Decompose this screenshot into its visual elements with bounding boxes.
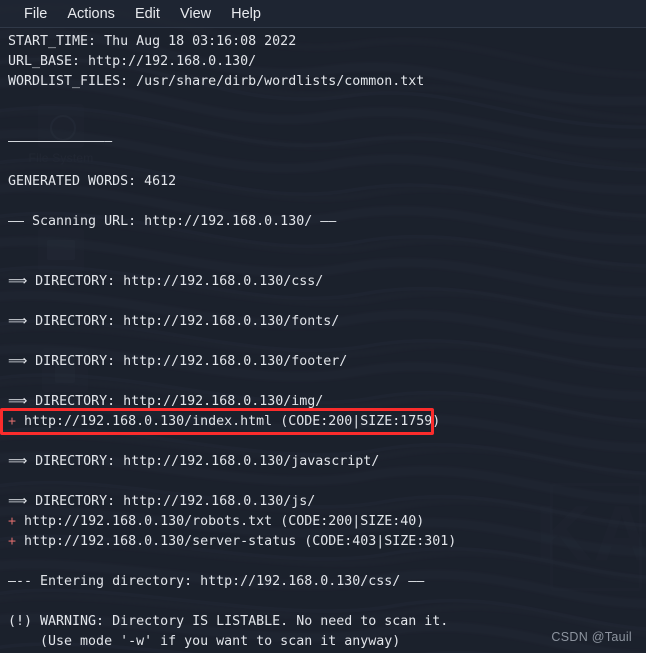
found-marker: +	[8, 534, 17, 549]
found-marker: +	[8, 414, 17, 429]
menu-item-help[interactable]: Help	[221, 4, 271, 24]
terminal-line: + http://192.168.0.130/robots.txt (CODE:…	[8, 512, 646, 532]
menu-item-actions[interactable]: Actions	[57, 4, 125, 24]
terminal-line-text: —— Scanning URL: http://192.168.0.130/ —…	[8, 214, 337, 229]
terminal-line-text: ⟹ DIRECTORY: http://192.168.0.130/fonts/	[8, 314, 340, 329]
terminal-line: + http://192.168.0.130/server-status (CO…	[8, 532, 646, 552]
terminal-line-text: ⟹ DIRECTORY: http://192.168.0.130/css/	[8, 274, 324, 289]
terminal-line: GENERATED WORDS: 4612	[8, 172, 646, 192]
terminal-window: File Actions Edit View Help START_TIME: …	[0, 0, 646, 653]
terminal-line-text: URL_BASE: http://192.168.0.130/	[8, 54, 257, 69]
terminal-line: —————————————	[8, 132, 646, 152]
terminal-output[interactable]: START_TIME: Thu Aug 18 03:16:08 2022 URL_…	[0, 28, 646, 653]
terminal-line: —-- Entering directory: http://192.168.0…	[8, 572, 646, 592]
terminal-line: —— Scanning URL: http://192.168.0.130/ —…	[8, 212, 646, 232]
terminal-line: (Use mode '-w' if you want to scan it an…	[8, 632, 646, 652]
terminal-line-text: —-- Entering directory: http://192.168.0…	[8, 574, 425, 589]
found-marker: +	[8, 514, 17, 529]
menu-item-view[interactable]: View	[170, 4, 221, 24]
terminal-line: ⟹ DIRECTORY: http://192.168.0.130/footer…	[8, 352, 646, 372]
terminal-line-text: ⟹ DIRECTORY: http://192.168.0.130/javasc…	[8, 454, 380, 469]
terminal-line-text: ⟹ DIRECTORY: http://192.168.0.130/img/	[8, 394, 324, 409]
terminal-line: WORDLIST_FILES: /usr/share/dirb/wordlist…	[8, 72, 646, 92]
terminal-line-text: —————————————	[8, 134, 113, 149]
terminal-line: ⟹ DIRECTORY: http://192.168.0.130/fonts/	[8, 312, 646, 332]
terminal-line: ⟹ DIRECTORY: http://192.168.0.130/js/	[8, 492, 646, 512]
terminal-line-text: (!) WARNING: Directory IS LISTABLE. No n…	[8, 614, 449, 629]
terminal-line-text: (Use mode '-w' if you want to scan it an…	[8, 634, 401, 649]
terminal-line-text: START_TIME: Thu Aug 18 03:16:08 2022	[8, 34, 297, 49]
menu-item-edit[interactable]: Edit	[125, 4, 170, 24]
terminal-line: URL_BASE: http://192.168.0.130/	[8, 52, 646, 72]
csdn-watermark: CSDN @Tauil	[551, 630, 632, 644]
terminal-line: START_TIME: Thu Aug 18 03:16:08 2022	[8, 32, 646, 52]
terminal-line: (!) WARNING: Directory IS LISTABLE. No n…	[8, 612, 646, 632]
terminal-line-text: http://192.168.0.130/robots.txt (CODE:20…	[16, 514, 425, 529]
terminal-line: ⟹ DIRECTORY: http://192.168.0.130/img/	[8, 392, 646, 412]
terminal-line-text: http://192.168.0.130/server-status (CODE…	[16, 534, 457, 549]
terminal-line-text: GENERATED WORDS: 4612	[8, 174, 177, 189]
menu-item-file[interactable]: File	[14, 4, 57, 24]
terminal-line: + http://192.168.0.130/index.html (CODE:…	[8, 412, 646, 432]
terminal-line-text: http://192.168.0.130/index.html (CODE:20…	[16, 414, 441, 429]
screenshot-root: File System Home cve-2020-1... KA File A…	[0, 0, 646, 653]
terminal-line-text: ⟹ DIRECTORY: http://192.168.0.130/js/	[8, 494, 316, 509]
terminal-line-text: ⟹ DIRECTORY: http://192.168.0.130/footer…	[8, 354, 348, 369]
terminal-line-text: WORDLIST_FILES: /usr/share/dirb/wordlist…	[8, 74, 425, 89]
terminal-line: ⟹ DIRECTORY: http://192.168.0.130/javasc…	[8, 452, 646, 472]
terminal-line: ⟹ DIRECTORY: http://192.168.0.130/css/	[8, 272, 646, 292]
menu-bar: File Actions Edit View Help	[0, 0, 646, 28]
